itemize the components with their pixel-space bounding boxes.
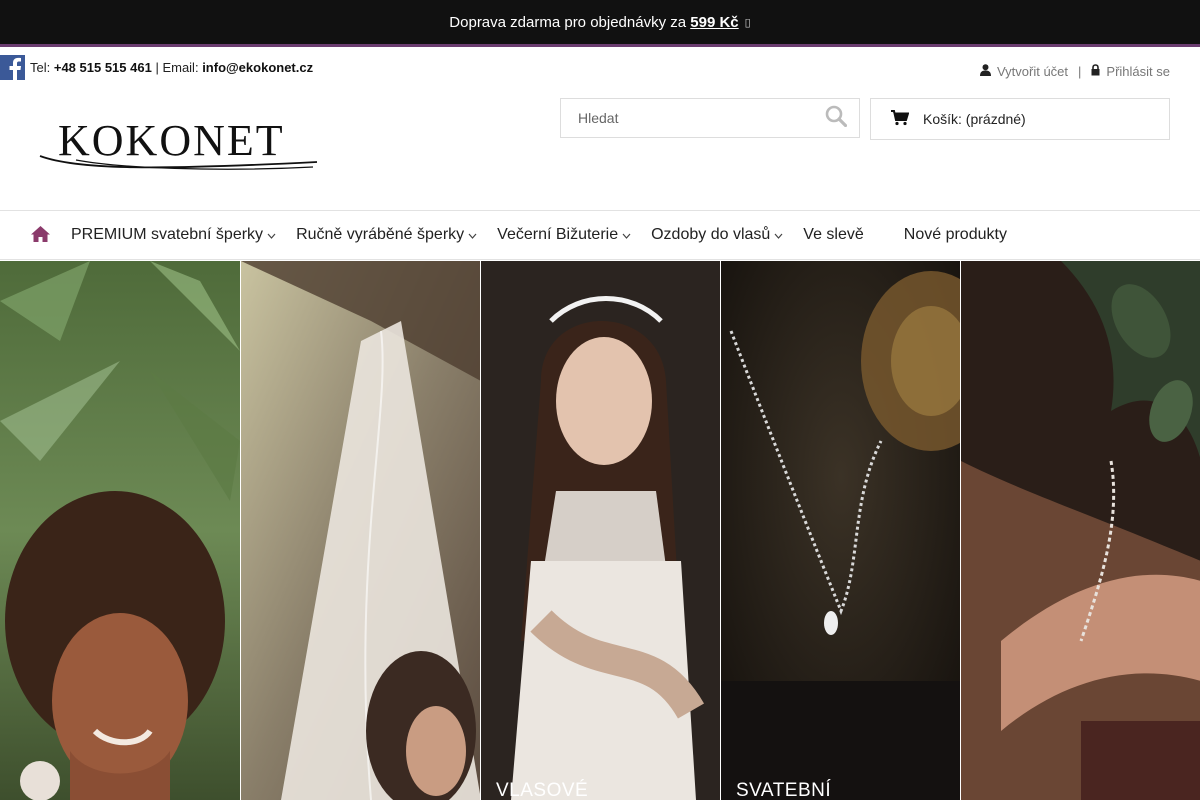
free-shipping-bar: Doprava zdarma pro objednávky za 599 Kč ▯ [0, 0, 1200, 44]
email-link[interactable]: info@ekokonet.cz [202, 60, 313, 75]
cart-button[interactable]: Košík: (prázdné) [870, 98, 1170, 140]
tel-number[interactable]: +48 515 515 461 [54, 60, 152, 75]
chevron-down-icon [622, 226, 631, 244]
free-shipping-text: Doprava zdarma pro objednávky za [449, 13, 687, 31]
accent-divider [0, 44, 1200, 47]
category-tile[interactable]: SVATEBNÍ [720, 261, 960, 800]
category-caption: SVATEBNÍ [736, 780, 832, 800]
nav-item-label: Ve slevě [803, 226, 864, 243]
category-tile[interactable] [240, 261, 480, 800]
main-navigation: PREMIUM svatební šperky Ručně vyráběné š… [30, 211, 1027, 259]
logo-text: KOKONET [58, 116, 285, 165]
facebook-icon[interactable] [0, 54, 25, 80]
category-tile[interactable]: VLASOVÉ [480, 261, 720, 800]
category-gallery: VLASOVÉ SVATEBNÍ [0, 261, 1200, 800]
category-tile[interactable] [0, 261, 240, 800]
search-box[interactable]: Hledat [560, 98, 860, 138]
site-logo[interactable]: KOKONET [38, 112, 320, 176]
login-link[interactable]: Přihlásit se [1106, 64, 1170, 79]
nav-item-label: Večerní Bižuterie [497, 226, 619, 243]
nav-item-label: Ozdoby do vlasů [651, 226, 771, 243]
nav-item-handmade[interactable]: Ručně vyráběné šperky [296, 226, 477, 244]
account-links: Vytvořit účet | Přihlásit se [979, 64, 1170, 79]
nav-item-sale[interactable]: Ve slevě [803, 226, 863, 244]
nav-item-label: PREMIUM svatební šperky [71, 226, 264, 243]
cart-status: (prázdné) [965, 111, 1026, 127]
contact-info: Tel: +48 515 515 461 | Email: info@ekoko… [0, 54, 313, 80]
chevron-down-icon [468, 226, 477, 244]
home-icon[interactable] [30, 225, 51, 248]
category-tile[interactable] [960, 261, 1200, 800]
nav-divider-bottom [0, 259, 1200, 260]
create-account-link[interactable]: Vytvořit účet [997, 64, 1068, 79]
user-icon [979, 64, 991, 79]
nav-item-new[interactable]: Nové produkty [904, 226, 1007, 244]
email-label: | Email: [155, 59, 199, 75]
free-shipping-amount[interactable]: 599 Kč [690, 14, 738, 31]
search-icon[interactable] [825, 105, 848, 132]
nav-item-hair[interactable]: Ozdoby do vlasů [651, 226, 783, 244]
nav-item-premium[interactable]: PREMIUM svatební šperky [71, 226, 276, 244]
cart-icon [891, 109, 910, 129]
nav-item-label: Ručně vyráběné šperky [296, 226, 465, 243]
truck-icon: ▯ [744, 16, 751, 29]
search-input[interactable]: Hledat [578, 110, 825, 126]
nav-item-label: Nové produkty [903, 226, 1007, 243]
account-separator: | [1078, 64, 1082, 79]
chevron-down-icon [267, 226, 276, 244]
category-caption: VLASOVÉ [496, 780, 589, 800]
nav-item-evening[interactable]: Večerní Bižuterie [497, 226, 631, 244]
tel-label: Tel: [30, 59, 51, 75]
chevron-down-icon [774, 226, 783, 244]
cart-label: Košík: [923, 111, 962, 127]
lock-icon [1091, 64, 1100, 79]
